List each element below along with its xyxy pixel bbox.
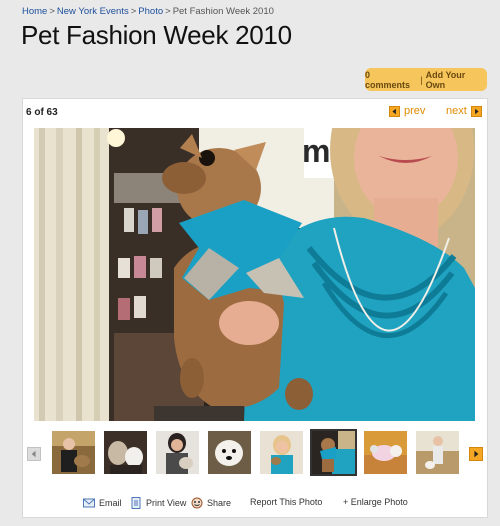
dog-photo-icon: [260, 431, 303, 474]
main-photo[interactable]: m: [34, 128, 475, 421]
thumbnail-8[interactable]: [416, 431, 459, 474]
arrow-left-icon: [389, 105, 400, 117]
dog-fashion-photo-icon: m: [34, 128, 475, 421]
breadcrumb-photo[interactable]: Photo: [138, 6, 163, 17]
dog-photo-icon: [104, 431, 147, 474]
thumbnails-scroll-right-button[interactable]: [469, 447, 483, 461]
report-photo-button[interactable]: Report This Photo: [250, 497, 322, 507]
dog-photo-icon: [52, 431, 95, 474]
prev-label: prev: [404, 105, 426, 117]
photo-counter: 6 of 63: [26, 107, 58, 118]
thumbnail-5[interactable]: [260, 431, 303, 474]
breadcrumb-home[interactable]: Home: [22, 6, 47, 17]
svg-text:m: m: [302, 133, 330, 169]
photo-gallery-panel: 6 of 63 prev next m Email Print View Sha…: [22, 98, 488, 518]
page-title: Pet Fashion Week 2010: [21, 20, 292, 50]
dog-photo-icon: [208, 431, 251, 474]
enlarge-photo-label: + Enlarge Photo: [343, 497, 408, 507]
photo-actions-bar: Email Print View Share Report This Photo: [23, 497, 487, 511]
thumbnail-2[interactable]: [104, 431, 147, 474]
comments-divider: |: [420, 74, 423, 85]
thumbnail-4[interactable]: [208, 431, 251, 474]
add-comment-link[interactable]: Add Your Own: [426, 70, 487, 90]
share-label: Share: [207, 498, 232, 508]
envelope-icon: [83, 498, 95, 508]
enlarge-photo-button[interactable]: + Enlarge Photo: [343, 497, 408, 507]
prev-photo-button[interactable]: prev: [389, 105, 425, 117]
comments-count-link[interactable]: 0 comments: [365, 70, 417, 90]
breadcrumb-separator: >: [165, 6, 171, 17]
thumbnails-scroll-left-button[interactable]: [27, 447, 41, 461]
document-icon: [131, 497, 141, 509]
breadcrumb: Home > New York Events > Photo > Pet Fashion W…: [22, 6, 274, 17]
share-icon: [191, 497, 203, 509]
print-view-label: Print View: [146, 498, 187, 508]
breadcrumb-separator: >: [49, 6, 55, 17]
next-label: next: [446, 105, 467, 117]
thumbnail-strip: [27, 429, 485, 477]
dog-photo-icon: [312, 431, 355, 474]
print-view-button[interactable]: Print View: [130, 497, 186, 509]
share-button[interactable]: Share: [191, 497, 231, 509]
breadcrumb-current: Pet Fashion Week 2010: [172, 6, 274, 17]
arrow-right-icon: [470, 105, 482, 117]
email-label: Email: [99, 498, 122, 508]
next-photo-button[interactable]: next: [446, 105, 482, 117]
thumbnail-7[interactable]: [364, 431, 407, 474]
report-photo-label: Report This Photo: [250, 497, 323, 507]
dog-photo-icon: [364, 431, 407, 474]
dog-photo-icon: [156, 431, 199, 474]
email-button[interactable]: Email: [83, 497, 122, 509]
breadcrumb-separator: >: [130, 6, 137, 17]
comments-pill: 0 comments | Add Your Own: [365, 68, 487, 91]
arrow-left-icon: [31, 450, 36, 458]
dog-photo-icon: [416, 431, 459, 474]
arrow-right-icon: [474, 450, 479, 458]
breadcrumb-new-york-events[interactable]: New York Events: [57, 6, 129, 17]
thumbnail-1[interactable]: [52, 431, 95, 474]
thumbnail-3[interactable]: [156, 431, 199, 474]
thumbnail-6-current[interactable]: [310, 429, 357, 476]
